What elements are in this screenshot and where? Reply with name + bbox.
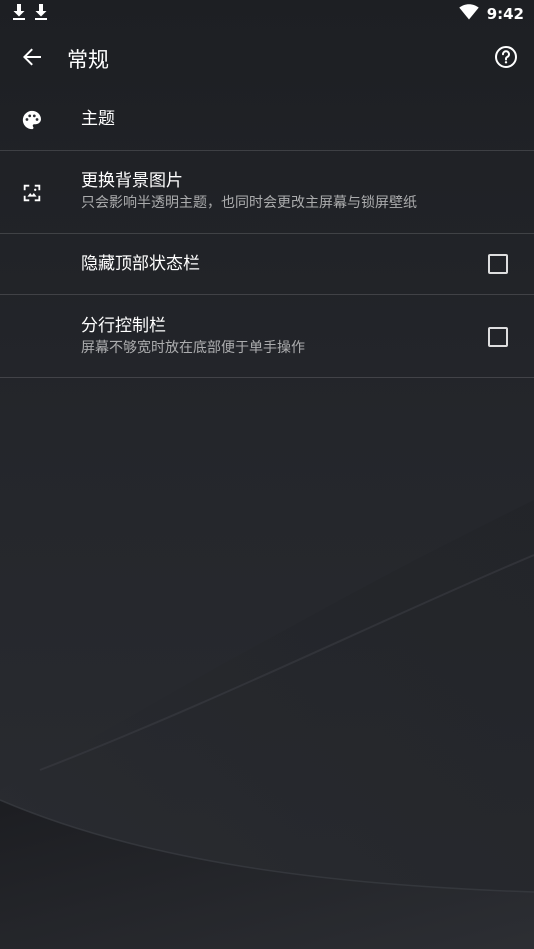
wifi-icon xyxy=(458,4,479,24)
settings-list: 主题 更换背景图片 只会影响半透明主题，也同时会更改主屏幕与锁屏壁纸 隐藏顶部状… xyxy=(0,90,534,378)
setting-row-split-controls[interactable]: 分行控制栏 屏幕不够宽时放在底部便于单手操作 xyxy=(0,295,534,378)
arrow-back-icon xyxy=(22,47,42,71)
status-bar: 9:42 xyxy=(0,0,534,28)
setting-subtitle: 只会影响半透明主题，也同时会更改主屏幕与锁屏壁纸 xyxy=(81,195,417,211)
wallpaper-icon xyxy=(20,181,44,205)
setting-subtitle: 屏幕不够宽时放在底部便于单手操作 xyxy=(81,340,305,356)
setting-row-theme[interactable]: 主题 xyxy=(0,90,534,151)
download-icon xyxy=(34,3,48,25)
setting-row-hide-statusbar[interactable]: 隐藏顶部状态栏 xyxy=(0,234,534,295)
setting-title: 主题 xyxy=(81,109,115,129)
palette-icon xyxy=(20,108,44,132)
setting-title: 隐藏顶部状态栏 xyxy=(81,254,200,274)
setting-title: 分行控制栏 xyxy=(81,316,166,336)
help-button[interactable] xyxy=(490,43,522,75)
split-controls-checkbox[interactable] xyxy=(488,327,508,347)
page-title: 常规 xyxy=(67,48,109,72)
hide-statusbar-checkbox[interactable] xyxy=(488,254,508,274)
setting-row-wallpaper[interactable]: 更换背景图片 只会影响半透明主题，也同时会更改主屏幕与锁屏壁纸 xyxy=(0,151,534,234)
app-bar: 常规 xyxy=(0,28,534,90)
status-time: 9:42 xyxy=(486,5,524,23)
help-circle-icon xyxy=(494,45,518,73)
back-button[interactable] xyxy=(16,43,48,75)
download-icon xyxy=(12,3,26,25)
setting-title: 更换背景图片 xyxy=(81,171,183,191)
